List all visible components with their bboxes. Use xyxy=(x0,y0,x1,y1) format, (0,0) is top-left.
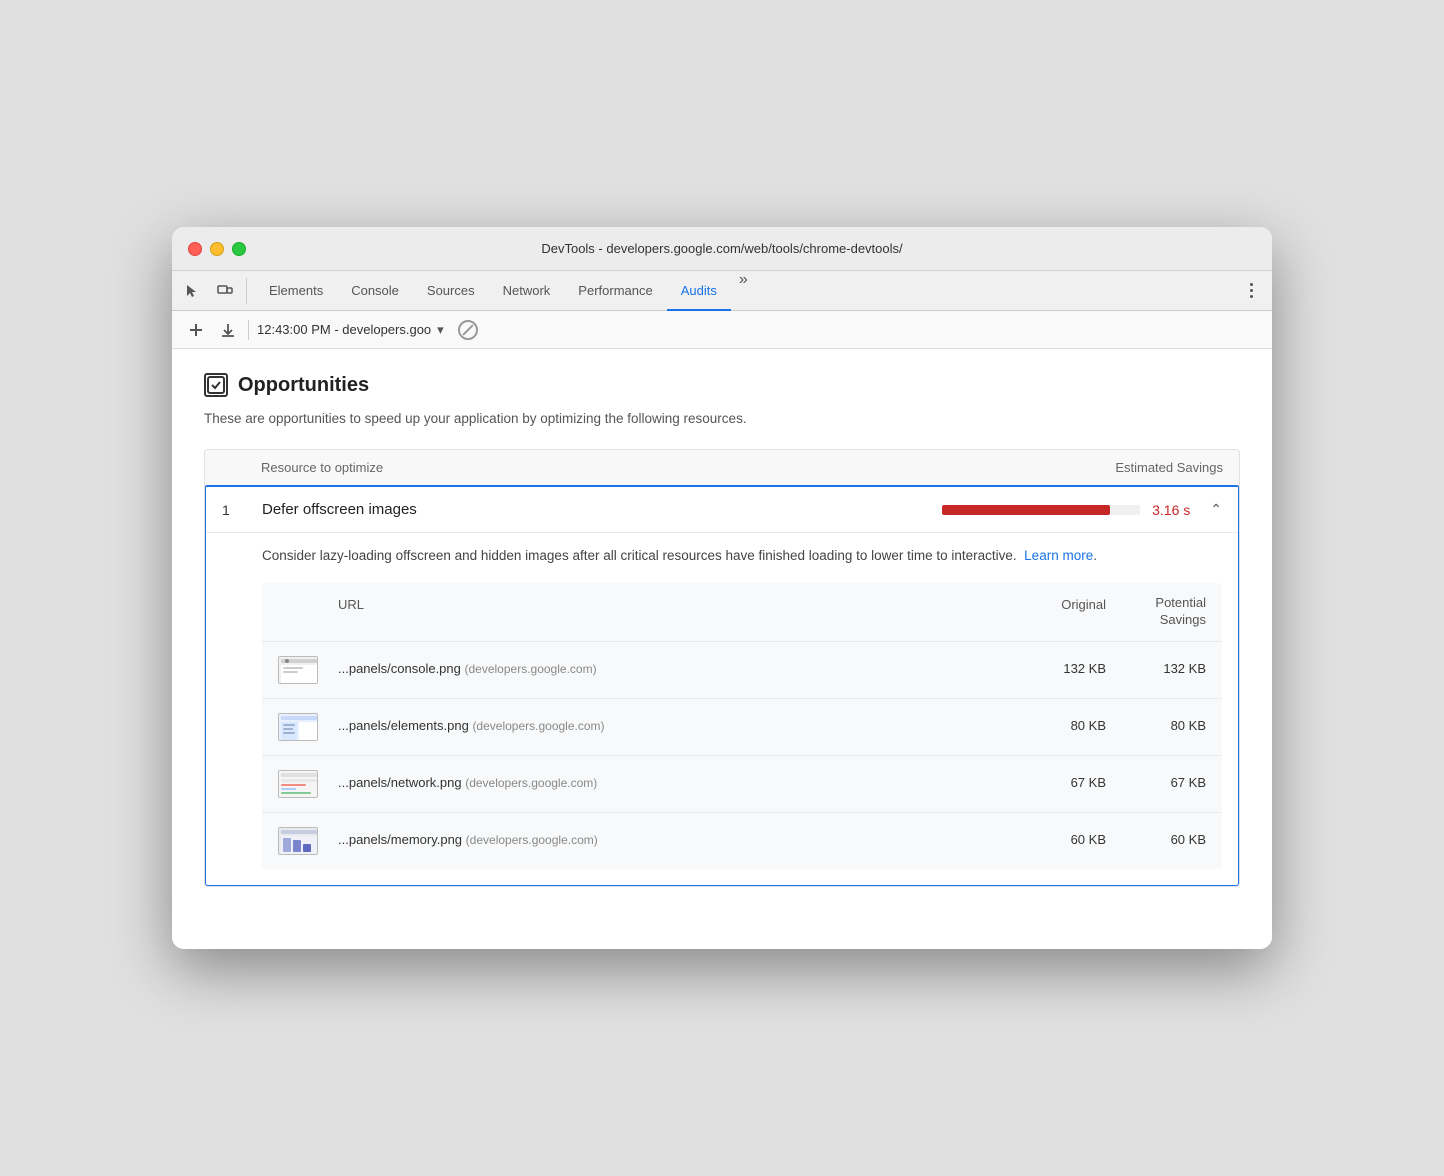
detail-text: Consider lazy-loading offscreen and hidd… xyxy=(262,548,1017,563)
more-options-button[interactable] xyxy=(1238,278,1264,304)
row-toggle-button[interactable]: ⌃ xyxy=(1210,501,1222,518)
url-text: 12:43:00 PM - developers.goo xyxy=(257,322,431,337)
close-button[interactable] xyxy=(188,242,202,256)
col-savings-header: Estimated Savings xyxy=(943,460,1223,475)
thumb-col-4 xyxy=(278,827,338,855)
network-thumbnail xyxy=(278,770,318,798)
tab-network[interactable]: Network xyxy=(489,271,565,311)
main-content: Opportunities These are opportunities to… xyxy=(172,349,1272,949)
memory-thumbnail xyxy=(278,827,318,855)
sub-col-thumb-header xyxy=(278,595,338,629)
potential-savings-3: 67 KB xyxy=(1106,775,1206,792)
more-tabs-button[interactable]: » xyxy=(731,271,756,310)
thumb-col-3 xyxy=(278,770,338,798)
dot-2 xyxy=(1250,289,1253,292)
potential-savings-2: 80 KB xyxy=(1106,718,1206,735)
minimize-button[interactable] xyxy=(210,242,224,256)
toolbar-divider xyxy=(248,320,249,340)
toolbar-icons xyxy=(180,278,247,304)
add-button[interactable] xyxy=(184,318,208,342)
sub-col-original-header: Original xyxy=(1006,595,1106,629)
maximize-button[interactable] xyxy=(232,242,246,256)
tab-sources[interactable]: Sources xyxy=(413,271,489,311)
audit-table: Resource to optimize Estimated Savings 1… xyxy=(204,449,1240,886)
filename-1: ...panels/console.png xyxy=(338,661,461,676)
device-toggle-icon[interactable] xyxy=(212,278,238,304)
domain-4: (developers.google.com) xyxy=(466,833,598,847)
sub-table-header: URL Original PotentialSavings xyxy=(262,583,1222,642)
col-resource-header: Resource to optimize xyxy=(261,460,943,475)
tab-audits[interactable]: Audits xyxy=(667,271,731,311)
window-title: DevTools - developers.google.com/web/too… xyxy=(541,241,902,256)
download-button[interactable] xyxy=(216,318,240,342)
devtools-tabs: Elements Console Sources Network Perform… xyxy=(255,271,1238,310)
tab-performance[interactable]: Performance xyxy=(564,271,666,311)
row-number: 1 xyxy=(222,502,262,518)
sub-url-4: ...panels/memory.png (developers.google.… xyxy=(338,830,1006,851)
period: . xyxy=(1093,548,1097,563)
block-icon[interactable] xyxy=(458,320,478,340)
thumb-col-1 xyxy=(278,656,338,684)
filename-2: ...panels/elements.png xyxy=(338,718,469,733)
sub-url-2: ...panels/elements.png (developers.googl… xyxy=(338,716,1006,737)
section-icon xyxy=(204,373,228,397)
original-size-3: 67 KB xyxy=(1006,773,1106,794)
filename-3: ...panels/network.png xyxy=(338,775,462,790)
tab-console[interactable]: Console xyxy=(337,271,413,311)
table-row: ...panels/elements.png (developers.googl… xyxy=(262,699,1222,756)
col-num-header xyxy=(221,460,261,475)
console-thumbnail xyxy=(278,656,318,684)
audit-row-detail: Consider lazy-loading offscreen and hidd… xyxy=(206,532,1238,884)
sub-col-url-header: URL xyxy=(338,595,1006,629)
domain-3: (developers.google.com) xyxy=(465,776,597,790)
dot-3 xyxy=(1250,295,1253,298)
savings-bar-container xyxy=(942,505,1140,515)
table-row: ...panels/network.png (developers.google… xyxy=(262,756,1222,813)
table-header-row: Resource to optimize Estimated Savings xyxy=(205,450,1239,486)
sub-col-savings-header: PotentialSavings xyxy=(1106,595,1206,629)
section-title: Opportunities xyxy=(238,374,369,397)
audit-row-expanded: 1 Defer offscreen images 3.16 s ⌃ Consid… xyxy=(204,485,1240,886)
potential-savings-4: 60 KB xyxy=(1106,832,1206,849)
original-size-4: 60 KB xyxy=(1006,830,1106,851)
section-header: Opportunities xyxy=(204,373,1240,397)
potential-savings-1: 132 KB xyxy=(1106,661,1206,678)
audit-row-main[interactable]: 1 Defer offscreen images 3.16 s ⌃ xyxy=(206,487,1238,532)
thumb-col-2 xyxy=(278,713,338,741)
title-bar: DevTools - developers.google.com/web/too… xyxy=(172,227,1272,271)
tab-elements[interactable]: Elements xyxy=(255,271,337,311)
domain-2: (developers.google.com) xyxy=(472,719,604,733)
original-size-1: 132 KB xyxy=(1006,659,1106,680)
filename-4: ...panels/memory.png xyxy=(338,832,462,847)
domain-1: (developers.google.com) xyxy=(465,662,597,676)
row-label: Defer offscreen images xyxy=(262,501,942,518)
traffic-lights xyxy=(188,242,246,256)
toolbar-right xyxy=(1238,278,1264,304)
cursor-icon[interactable] xyxy=(180,278,206,304)
url-dropdown-button[interactable]: ▾ xyxy=(437,322,444,338)
table-row: ...panels/memory.png (developers.google.… xyxy=(262,813,1222,869)
original-size-2: 80 KB xyxy=(1006,716,1106,737)
table-row: ...panels/console.png (developers.google… xyxy=(262,642,1222,699)
sub-table: URL Original PotentialSavings xyxy=(262,583,1222,869)
devtools-window: DevTools - developers.google.com/web/too… xyxy=(172,227,1272,949)
learn-more-link[interactable]: Learn more xyxy=(1024,548,1093,563)
section-description: These are opportunities to speed up your… xyxy=(204,409,1240,429)
savings-bar-fill xyxy=(942,505,1110,515)
elements-thumbnail xyxy=(278,713,318,741)
row-savings-area: 3.16 s ⌃ xyxy=(942,501,1222,518)
sub-url-3: ...panels/network.png (developers.google… xyxy=(338,773,1006,794)
savings-value: 3.16 s xyxy=(1152,502,1190,518)
url-bar: 12:43:00 PM - developers.goo ▾ xyxy=(257,322,444,338)
dot-1 xyxy=(1250,283,1253,286)
sub-url-1: ...panels/console.png (developers.google… xyxy=(338,659,1006,680)
devtools-toolbar: Elements Console Sources Network Perform… xyxy=(172,271,1272,311)
second-toolbar: 12:43:00 PM - developers.goo ▾ xyxy=(172,311,1272,349)
